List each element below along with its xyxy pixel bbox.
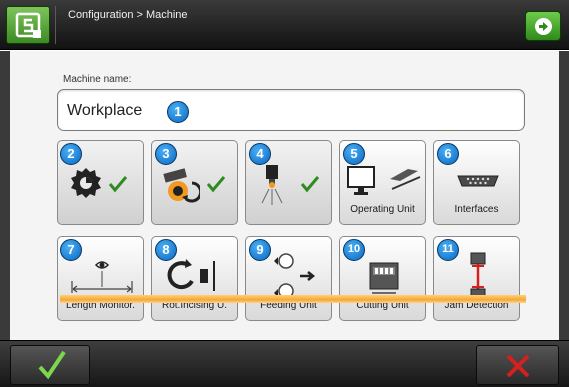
conveyor-belt [60,295,526,303]
monitor-keyboard-icon [347,166,421,195]
feeding-rollers-icon [274,253,316,299]
header-separator [55,6,56,44]
callout-badge-1: 1 [167,101,189,123]
bottom-bar [0,340,569,387]
tile-label: Operating Unit [350,204,415,215]
machine-name-label: Machine name: [63,74,132,85]
title-bar: Configuration > Machine [0,0,569,50]
machine-name-input[interactable]: Workplace [57,89,525,131]
light-sensor-icon [261,165,283,205]
check-icon [206,176,226,193]
callout-badge-5: 5 [343,143,365,165]
callout-badge-6: 6 [437,143,459,165]
serial-port-icon [457,175,499,187]
length-monitor-icon [71,261,133,293]
check-icon [38,350,66,380]
check-icon [108,176,128,193]
breadcrumb: Configuration > Machine [68,9,188,21]
cutting-unit-icon [369,262,399,294]
next-button[interactable] [525,11,561,41]
jam-detection-icon [470,252,486,297]
close-icon [506,354,530,378]
rotating-blade-icon [163,168,200,203]
s-logo-icon[interactable] [6,6,50,44]
callout-badge-3: 3 [155,143,177,165]
rotary-incising-icon [167,259,215,291]
callout-badge-4: 4 [249,143,271,165]
saw-blade-icon [71,168,101,198]
callout-badge-11: 11 [437,239,459,261]
callout-badge-8: 8 [155,239,177,261]
callout-badge-2: 2 [60,143,82,165]
cancel-button[interactable] [476,345,559,385]
ok-button[interactable] [10,345,90,385]
tile-label: Interfaces [454,204,499,215]
check-icon [300,176,320,193]
callout-badge-10: 10 [343,239,365,261]
callout-badge-9: 9 [249,239,271,261]
callout-badge-7: 7 [60,239,82,261]
next-arrow-icon [535,18,552,35]
